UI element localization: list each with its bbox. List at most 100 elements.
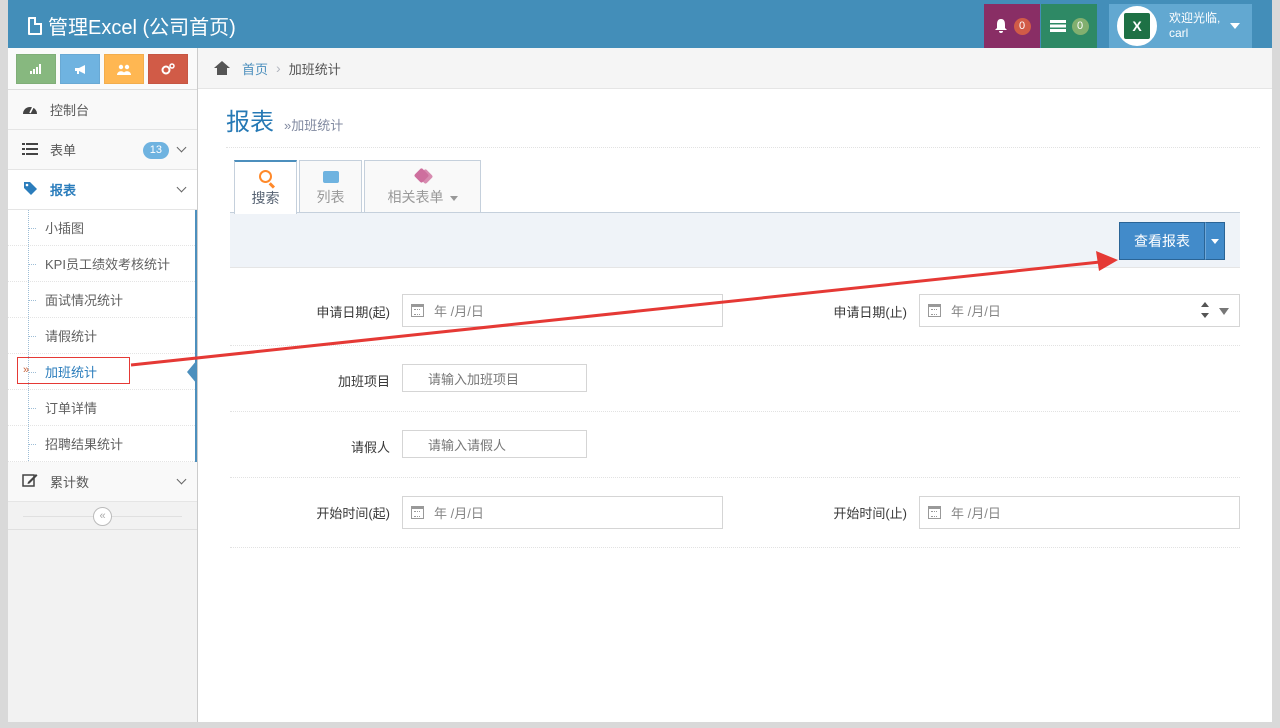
chevron-down-icon [176, 474, 187, 485]
user-greeting: 欢迎光临, [1169, 11, 1221, 25]
notifications-button[interactable]: 0 [984, 4, 1040, 48]
tab-label: 相关表单 [387, 189, 444, 205]
submenu-item[interactable]: KPI员工绩效考核统计 [8, 246, 195, 282]
reports-submenu: 小插图 KPI员工绩效考核统计 面试情况统计 请假统计 » 加班统计 订单详情 … [8, 210, 197, 462]
apply-date-end-input[interactable]: 年 /月/日 [919, 294, 1240, 327]
page-subtitle: »加班统计 [284, 118, 344, 133]
chevron-down-icon [176, 182, 187, 193]
users-shortcut-button[interactable] [104, 54, 144, 84]
caret-down-icon [449, 195, 458, 201]
tab-search[interactable]: 搜索 [234, 160, 297, 214]
sidebar: 控制台 表单 13 报表 小插图 KPI员工绩效考核统计 面试情况统计 请假统计… [8, 48, 198, 722]
date-placeholder: 年 /月/日 [951, 304, 1001, 319]
collapse-sidebar-button[interactable]: « [93, 507, 112, 526]
bullhorn-shortcut-button[interactable] [60, 54, 100, 84]
user-info: 欢迎光临, carl [1169, 11, 1220, 41]
leave-person-label: 请假人 [350, 440, 390, 455]
apply-date-end-label: 申请日期(止) [833, 305, 907, 320]
apply-date-start-input[interactable]: 年 /月/日 [402, 294, 723, 327]
home-icon [214, 61, 230, 75]
breadcrumb-separator: › [276, 60, 281, 76]
submenu-item-label: 面试情况统计 [45, 293, 124, 308]
spinner-arrows-icon[interactable] [1201, 302, 1209, 320]
signal-shortcut-button[interactable] [16, 54, 56, 84]
sidebar-collapse-bar: « [8, 502, 197, 530]
excel-icon: X [1124, 13, 1150, 39]
sidebar-item-reports[interactable]: 报表 [8, 170, 197, 210]
submenu-item-active[interactable]: » 加班统计 [8, 354, 197, 390]
tab-related-forms[interactable]: 相关表单 [364, 160, 481, 213]
tags-icon [413, 167, 433, 185]
sidebar-item-counters[interactable]: 累计数 [8, 462, 197, 502]
submenu-item[interactable]: 订单详情 [8, 390, 195, 426]
start-time-end-label: 开始时间(止) [833, 506, 907, 521]
cogs-shortcut-button[interactable] [148, 54, 188, 84]
start-time-start-input[interactable]: 年 /月/日 [402, 496, 723, 529]
page-header: 报表 »加班统计 [226, 100, 1260, 148]
calendar-icon [411, 506, 424, 519]
page-title: 报表 [226, 109, 274, 136]
form-row-leave-person: 请假人 请输入请假人 [230, 412, 1240, 478]
form-row-apply-date: 申请日期(起) 年 /月/日 申请日期(止) 年 /月/日 [230, 268, 1240, 346]
tab-list[interactable]: 列表 [299, 160, 362, 213]
overtime-item-input[interactable]: 请输入加班项目 [402, 364, 587, 392]
brand[interactable]: 管理Excel (公司首页) [28, 11, 236, 40]
date-placeholder: 年 /月/日 [434, 304, 484, 319]
toolbar: 查看报表 [230, 212, 1240, 268]
tasks-icon [1049, 20, 1066, 32]
tasks-badge: 0 [1071, 17, 1089, 35]
cogs-icon [161, 63, 175, 75]
shortcuts [8, 48, 197, 90]
app-title: 管理Excel (公司首页) [48, 17, 236, 39]
list-icon [20, 142, 40, 158]
active-pointer [187, 360, 197, 384]
submenu-item-label: 招聘结果统计 [45, 437, 124, 452]
inbox-icon [322, 171, 339, 183]
users-icon [117, 64, 131, 75]
forms-count-badge: 13 [142, 142, 169, 159]
window-frame: 管理Excel (公司首页) 0 0 X 欢迎光临, carl 控制台 表单 1… [0, 0, 1280, 728]
start-time-end-input[interactable]: 年 /月/日 [919, 496, 1240, 529]
submenu-item[interactable]: 小插图 [8, 210, 195, 246]
submenu-item-label: KPI员工绩效考核统计 [45, 257, 170, 272]
breadcrumb-current: 加班统计 [288, 61, 341, 77]
dropdown-arrow-icon[interactable] [1219, 308, 1229, 315]
tab-label: 搜索 [251, 190, 280, 206]
user-name: carl [1169, 26, 1189, 40]
calendar-icon [928, 304, 941, 317]
chevron-down-icon [176, 142, 187, 153]
sidebar-item-label: 累计数 [50, 475, 90, 490]
view-report-dropdown-toggle[interactable] [1205, 222, 1225, 260]
notifications-badge: 0 [1013, 17, 1031, 35]
form-row-overtime-item: 加班项目 请输入加班项目 [230, 346, 1240, 412]
annotation-highlight-box [17, 357, 130, 384]
edit-icon [20, 473, 40, 490]
tag-icon [20, 181, 40, 199]
tab-bar: 搜索 列表 相关表单 [234, 160, 483, 214]
view-report-button-group: 查看报表 [1119, 222, 1225, 260]
calendar-icon [928, 506, 941, 519]
calendar-icon [411, 304, 424, 317]
tasks-button[interactable]: 0 [1041, 4, 1097, 48]
submenu-item[interactable]: 请假统计 [8, 318, 195, 354]
submenu-item-label: 小插图 [45, 221, 85, 236]
sidebar-item-label: 控制台 [50, 103, 90, 118]
user-menu[interactable]: X 欢迎光临, carl [1109, 4, 1252, 48]
sidebar-item-dashboard[interactable]: 控制台 [8, 90, 197, 130]
avatar: X [1117, 6, 1157, 46]
submenu-item[interactable]: 面试情况统计 [8, 282, 195, 318]
submenu-item-label: 订单详情 [45, 401, 98, 416]
view-report-button[interactable]: 查看报表 [1119, 222, 1205, 260]
breadcrumb-home-link[interactable]: 首页 [242, 59, 268, 78]
form-row-start-time: 开始时间(起) 年 /月/日 开始时间(止) 年 /月/日 [230, 478, 1240, 548]
navbar: 管理Excel (公司首页) 0 0 X 欢迎光临, carl [8, 0, 1272, 48]
caret-down-icon [1230, 23, 1240, 29]
breadcrumb: 首页 › 加班统计 [198, 48, 1272, 89]
sidebar-item-label: 报表 [50, 183, 77, 198]
leave-person-input[interactable]: 请输入请假人 [402, 430, 587, 458]
search-icon [259, 170, 272, 183]
bullhorn-icon [74, 64, 85, 74]
sidebar-item-forms[interactable]: 表单 13 [8, 130, 197, 170]
apply-date-start-label: 申请日期(起) [316, 305, 390, 320]
submenu-item[interactable]: 招聘结果统计 [8, 426, 195, 462]
